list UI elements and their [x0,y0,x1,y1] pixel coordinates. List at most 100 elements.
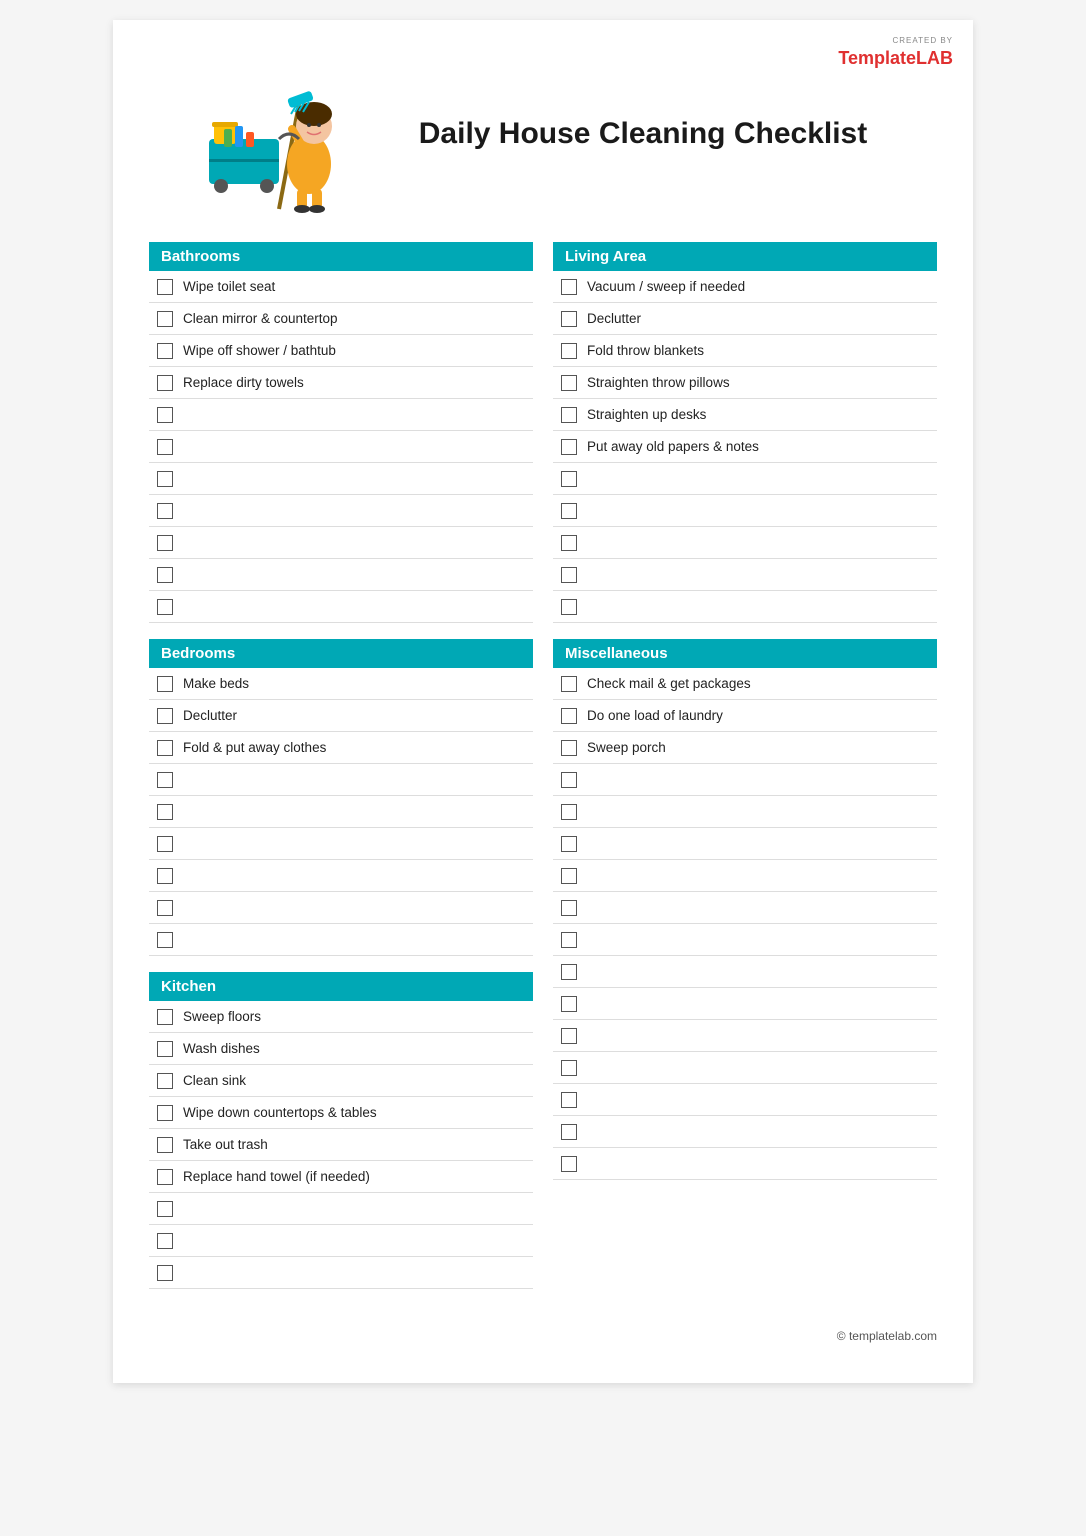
checklist-item[interactable] [149,892,533,924]
checkbox[interactable] [157,1105,173,1121]
checklist-item[interactable] [553,1020,937,1052]
checklist-item[interactable] [553,527,937,559]
checklist-item[interactable]: Straighten throw pillows [553,367,937,399]
checkbox[interactable] [561,1092,577,1108]
checklist-item[interactable] [149,399,533,431]
checklist-item[interactable]: Wipe off shower / bathtub [149,335,533,367]
checklist-item[interactable] [553,988,937,1020]
checkbox[interactable] [561,804,577,820]
checkbox[interactable] [157,1265,173,1281]
checklist-item[interactable] [553,956,937,988]
checkbox[interactable] [561,279,577,295]
checklist-item[interactable] [553,1116,937,1148]
checklist-item[interactable]: Make beds [149,668,533,700]
checkbox[interactable] [157,868,173,884]
checklist-item[interactable]: Clean mirror & countertop [149,303,533,335]
checklist-item[interactable]: Replace dirty towels [149,367,533,399]
checklist-item[interactable]: Check mail & get packages [553,668,937,700]
checklist-item[interactable] [553,860,937,892]
checkbox[interactable] [157,1137,173,1153]
checkbox[interactable] [561,343,577,359]
checkbox[interactable] [157,740,173,756]
checkbox[interactable] [561,740,577,756]
checkbox[interactable] [561,599,577,615]
checkbox[interactable] [157,804,173,820]
checkbox[interactable] [157,1201,173,1217]
checkbox[interactable] [561,836,577,852]
checkbox[interactable] [157,932,173,948]
checkbox[interactable] [561,1156,577,1172]
checkbox[interactable] [561,567,577,583]
checklist-item[interactable] [553,1052,937,1084]
checklist-item[interactable] [149,559,533,591]
checkbox[interactable] [561,535,577,551]
checkbox[interactable] [157,407,173,423]
checkbox[interactable] [561,900,577,916]
checklist-item[interactable]: Declutter [149,700,533,732]
checklist-item[interactable]: Fold throw blankets [553,335,937,367]
checkbox[interactable] [561,375,577,391]
checkbox[interactable] [157,1169,173,1185]
checklist-item[interactable] [553,828,937,860]
checklist-item[interactable] [553,796,937,828]
checkbox[interactable] [157,343,173,359]
checkbox[interactable] [561,964,577,980]
checkbox[interactable] [157,503,173,519]
checklist-item[interactable] [149,591,533,623]
checkbox[interactable] [561,868,577,884]
checklist-item[interactable] [149,1257,533,1289]
checkbox[interactable] [561,1028,577,1044]
checklist-item[interactable]: Straighten up desks [553,399,937,431]
checklist-item[interactable] [553,1084,937,1116]
checklist-item[interactable] [149,1225,533,1257]
checklist-item[interactable] [149,924,533,956]
checkbox[interactable] [157,772,173,788]
checklist-item[interactable]: Wipe down countertops & tables [149,1097,533,1129]
checkbox[interactable] [561,503,577,519]
checkbox[interactable] [157,439,173,455]
checklist-item[interactable] [149,796,533,828]
checklist-item[interactable] [149,495,533,527]
checklist-item[interactable] [553,495,937,527]
checklist-item[interactable] [149,764,533,796]
checkbox[interactable] [157,1041,173,1057]
checkbox[interactable] [157,900,173,916]
checkbox[interactable] [561,407,577,423]
checkbox[interactable] [157,599,173,615]
checklist-item[interactable] [149,527,533,559]
checklist-item[interactable]: Clean sink [149,1065,533,1097]
checkbox[interactable] [561,676,577,692]
checkbox[interactable] [561,439,577,455]
checklist-item[interactable] [553,924,937,956]
checklist-item[interactable]: Sweep porch [553,732,937,764]
checklist-item[interactable]: Vacuum / sweep if needed [553,271,937,303]
checklist-item[interactable] [149,828,533,860]
checkbox[interactable] [157,311,173,327]
checklist-item[interactable] [149,1193,533,1225]
checkbox[interactable] [561,996,577,1012]
checkbox[interactable] [157,836,173,852]
checklist-item[interactable] [553,463,937,495]
checklist-item[interactable]: Put away old papers & notes [553,431,937,463]
checkbox[interactable] [157,567,173,583]
checklist-item[interactable] [553,591,937,623]
checklist-item[interactable]: Do one load of laundry [553,700,937,732]
checkbox[interactable] [157,1233,173,1249]
checklist-item[interactable] [553,892,937,924]
checkbox[interactable] [561,932,577,948]
checklist-item[interactable]: Replace hand towel (if needed) [149,1161,533,1193]
checkbox[interactable] [157,1073,173,1089]
checklist-item[interactable] [553,764,937,796]
checkbox[interactable] [561,1060,577,1076]
checkbox[interactable] [157,535,173,551]
checklist-item[interactable] [149,431,533,463]
checklist-item[interactable] [149,463,533,495]
checkbox[interactable] [157,471,173,487]
checklist-item[interactable] [553,1148,937,1180]
checkbox[interactable] [561,1124,577,1140]
checkbox[interactable] [157,375,173,391]
checkbox[interactable] [157,1009,173,1025]
checklist-item[interactable]: Declutter [553,303,937,335]
checklist-item[interactable]: Take out trash [149,1129,533,1161]
checkbox[interactable] [561,471,577,487]
